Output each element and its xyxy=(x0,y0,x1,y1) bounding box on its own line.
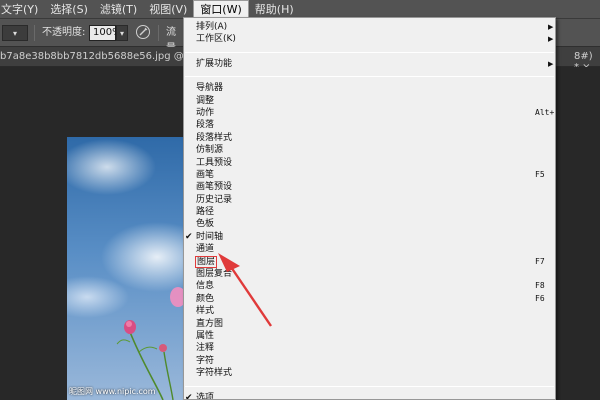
document-image: 昵图网 www.nipic.com xyxy=(67,137,187,400)
menu-item[interactable]: 路径 xyxy=(184,206,555,218)
menu-item[interactable]: 字符 xyxy=(184,355,555,367)
menu-item-label: 段落样式 xyxy=(196,132,233,143)
options-divider xyxy=(158,25,159,41)
menu-item[interactable]: ✔ 时间轴 xyxy=(184,231,555,243)
menu-item-label: 导航器 xyxy=(196,83,224,94)
pressure-opacity-icon[interactable] xyxy=(135,24,151,40)
menu-item[interactable]: 通道 xyxy=(184,243,555,255)
menu-item-label: 图层 xyxy=(194,255,218,268)
window-dropdown-menu: 排列(A) ▶ 工作区(K) ▶ 扩展功能 ▶ 导航器调整动作 Alt+F9 段落段落样式仿制源… xyxy=(183,17,556,400)
menu-item[interactable]: 动作 Alt+F9 xyxy=(184,107,555,119)
menu-item[interactable]: 扩展功能 ▶ xyxy=(184,58,555,70)
menu-item-label: 时间轴 xyxy=(196,231,224,242)
menu-item[interactable]: 颜色 F6 xyxy=(184,293,555,305)
flower-illustration xyxy=(116,287,186,400)
menu-item-label: 颜色 xyxy=(196,293,215,304)
menu-item[interactable]: 色板 xyxy=(184,218,555,230)
options-divider xyxy=(34,25,35,41)
mode-dropdown[interactable]: ▾ xyxy=(2,25,28,41)
menu-item[interactable]: 仿制源 xyxy=(184,144,555,156)
menu-item-label: 样式 xyxy=(196,306,215,317)
menu-item-label: 工具预设 xyxy=(196,157,233,168)
menu-item[interactable]: 导航器 xyxy=(184,82,555,94)
menu-item-shortcut: F6 xyxy=(535,293,545,303)
menu-text[interactable]: 文字(Y) xyxy=(0,0,44,19)
submenu-arrow-icon: ▶ xyxy=(548,35,554,44)
menu-item-shortcut: F5 xyxy=(535,169,545,179)
menu-item[interactable]: 调整 xyxy=(184,95,555,107)
menu-item[interactable]: 画笔预设 xyxy=(184,181,555,193)
menu-separator xyxy=(185,76,554,78)
opacity-dropdown-button[interactable]: ▾ xyxy=(116,25,128,41)
menu-item[interactable]: 历史记录 xyxy=(184,194,555,206)
menu-item-label: 图层复合 xyxy=(196,269,233,280)
menu-item[interactable]: 直方图 xyxy=(184,318,555,330)
menu-item[interactable]: 画笔 F5 xyxy=(184,169,555,181)
menu-item-label: 画笔 xyxy=(196,169,215,180)
menu-item[interactable]: 样式 xyxy=(184,305,555,317)
menu-item-label: 画笔预设 xyxy=(196,182,233,193)
menu-select[interactable]: 选择(S) xyxy=(44,0,94,19)
checkmark-icon: ✔ xyxy=(185,231,193,242)
menu-item-label: 动作 xyxy=(196,107,215,118)
menu-item-label: 字符样式 xyxy=(196,368,233,379)
menu-item-label: 通道 xyxy=(196,244,215,255)
menu-separator xyxy=(185,385,554,387)
menu-item[interactable]: 排列(A) ▶ xyxy=(184,21,555,33)
menu-item-shortcut: Alt+F9 xyxy=(535,107,555,117)
menu-item-label: 路径 xyxy=(196,207,215,218)
menu-filter[interactable]: 滤镜(T) xyxy=(94,0,143,19)
opacity-input[interactable]: 100% xyxy=(89,25,122,41)
menu-item-label: 注释 xyxy=(196,343,215,354)
menu-item-label: 仿制源 xyxy=(196,145,224,156)
menu-item[interactable]: 属性 xyxy=(184,330,555,342)
menu-item-label: 扩展功能 xyxy=(196,58,233,69)
menu-item-label: 属性 xyxy=(196,330,215,341)
menu-item-shortcut: F7 xyxy=(535,256,545,266)
menu-item[interactable]: 图层 F7 xyxy=(184,255,555,268)
submenu-arrow-icon: ▶ xyxy=(548,59,554,68)
menu-item-label: 历史记录 xyxy=(196,194,233,205)
chevron-down-icon: ▾ xyxy=(12,28,17,38)
menu-item-label: 调整 xyxy=(196,95,215,106)
menu-item-label: 色板 xyxy=(196,219,215,230)
menu-view[interactable]: 视图(V) xyxy=(143,0,193,19)
opacity-label: 不透明度: xyxy=(42,27,86,38)
menu-item-label: 字符 xyxy=(196,355,215,366)
menu-item[interactable]: 注释 xyxy=(184,342,555,354)
menu-item[interactable]: 字符样式 xyxy=(184,367,555,379)
menu-item-label: 排列(A) xyxy=(196,22,228,32)
menu-item[interactable]: 段落 xyxy=(184,119,555,131)
submenu-arrow-icon: ▶ xyxy=(548,23,554,31)
menu-item[interactable]: ✔ 选项 xyxy=(184,392,555,400)
menu-item-label: 选项 xyxy=(196,392,215,400)
menu-item-label: 直方图 xyxy=(196,318,224,329)
menu-item[interactable]: 段落样式 xyxy=(184,132,555,144)
menu-item-shortcut: F8 xyxy=(535,281,545,291)
menu-window[interactable]: 窗口(W) xyxy=(193,0,249,19)
menu-item[interactable]: 信息 F8 xyxy=(184,280,555,292)
chevron-down-icon: ▾ xyxy=(119,28,124,38)
menu-help[interactable]: 帮助(H) xyxy=(249,0,300,19)
menu-separator xyxy=(185,51,554,53)
menu-item-label: 工作区(K) xyxy=(196,34,236,45)
menu-item-label: 信息 xyxy=(196,281,215,292)
menu-item[interactable]: 工具预设 xyxy=(184,157,555,169)
watermark-text: 昵图网 www.nipic.com xyxy=(69,387,156,396)
menu-item[interactable]: 工作区(K) ▶ xyxy=(184,33,555,45)
menu-item-label: 段落 xyxy=(196,120,215,131)
menu-item[interactable]: 图层复合 xyxy=(184,268,555,280)
checkmark-icon: ✔ xyxy=(185,392,193,400)
